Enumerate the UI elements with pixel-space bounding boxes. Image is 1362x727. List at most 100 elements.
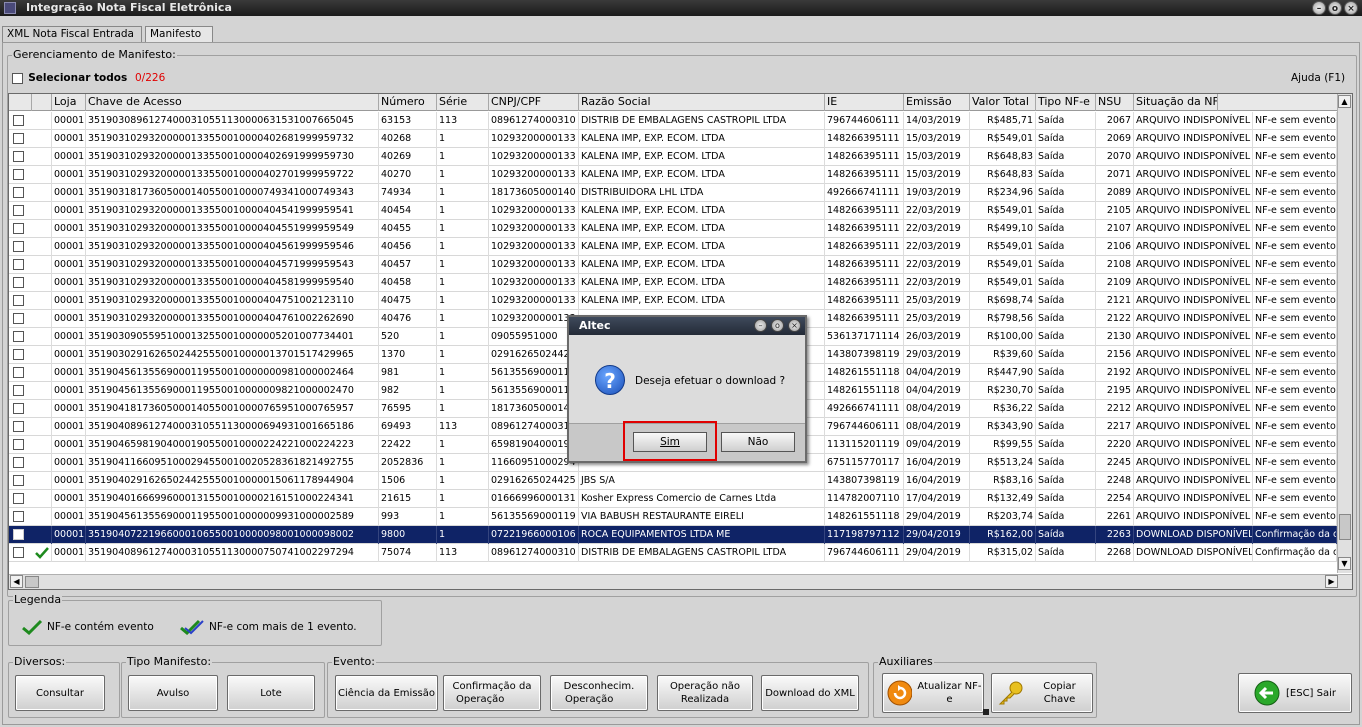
tab-manifesto[interactable]: Manifesto [145,26,213,42]
table-row[interactable]: 00001 35190310293200000133550010000404561… [9,238,1337,256]
grid-cell: 3519031029320000013355001000040475100212… [86,292,379,310]
close-icon[interactable]: × [1344,1,1358,15]
column-header[interactable]: IE [825,94,904,111]
desconhecimento-line2: Operação [565,694,614,705]
column-header[interactable]: Chave de Acesso [86,94,379,111]
row-checkbox[interactable] [13,493,24,504]
table-row[interactable]: 00001 35190456135569000119550010000009931… [9,508,1337,526]
row-checkbox[interactable] [13,385,24,396]
confirmacao-operacao-button[interactable]: Confirmação da Operação [443,675,541,711]
grid-cell: 1 [437,472,489,490]
vertical-scrollbar[interactable]: ▲ ▼ [1337,94,1352,573]
column-header[interactable]: Tipo NF-e [1036,94,1096,111]
scroll-down-icon[interactable]: ▼ [1338,557,1351,570]
row-checkbox[interactable] [13,259,24,270]
row-checkbox[interactable] [13,169,24,180]
row-checkbox[interactable] [13,475,24,486]
row-checkbox[interactable] [13,133,24,144]
desconhecimento-operacao-button[interactable]: Desconhecim. Operação [550,675,648,711]
grid-cell: 22/03/2019 [904,256,970,274]
horizontal-scrollbar[interactable]: ◀ ▶ [9,574,1352,589]
table-row[interactable]: 00001 35190310293200000133550010000404751… [9,292,1337,310]
grid-cell: 18173605000140 [489,184,579,202]
row-checkbox[interactable] [13,241,24,252]
row-checkbox[interactable] [13,331,24,342]
table-row[interactable]: 00001 35190308961274000310551130000631531… [9,112,1337,130]
dialog-maximize-icon[interactable]: o [771,319,784,332]
grid-cell: 993 [379,508,437,526]
row-checkbox[interactable] [13,511,24,522]
table-row[interactable]: 00001 35190310293200000133550010000404541… [9,202,1337,220]
ciencia-emissao-button[interactable]: Ciência da Emissão [335,675,438,711]
select-all[interactable]: Selecionar todos [12,72,127,84]
row-checkbox[interactable] [13,187,24,198]
grid-cell: R$549,01 [970,274,1036,292]
question-icon: ? [595,365,625,395]
row-checkbox[interactable] [13,295,24,306]
table-row[interactable]: 00001 35190310293200000133550010000404551… [9,220,1337,238]
row-checkbox[interactable] [13,349,24,360]
avulso-button[interactable]: Avulso [128,675,218,711]
tab-xml-entrada[interactable]: XML Nota Fiscal Entrada [2,26,142,42]
grid-cell: NF-e sem evento [1253,166,1337,184]
column-header[interactable]: CNPJ/CPF [489,94,579,111]
minimize-icon[interactable]: – [1312,1,1326,15]
scroll-right-icon[interactable]: ▶ [1325,575,1338,588]
table-row[interactable]: 00001 35190310293200000133550010000404571… [9,256,1337,274]
row-checkbox[interactable] [13,223,24,234]
table-row[interactable]: 00001 35190402916265024425550010000015061… [9,472,1337,490]
row-checkbox[interactable] [13,439,24,450]
column-header[interactable]: Loja [52,94,86,111]
scroll-left-icon[interactable]: ◀ [10,575,23,588]
column-header[interactable]: Valor Total [970,94,1036,111]
table-row[interactable]: 00001 35190310293200000133550010000404581… [9,274,1337,292]
table-row[interactable]: 00001 35190401666996000131550010000216151… [9,490,1337,508]
column-header[interactable]: Razão Social [579,94,825,111]
table-row[interactable]: 00001 35190407221966000106550010000098001… [9,526,1337,544]
exit-button[interactable]: [ESC] Sair [1238,673,1352,713]
row-checkbox[interactable] [13,313,24,324]
table-row[interactable]: 00001 35190318173605000140550010000749341… [9,184,1337,202]
download-xml-button[interactable]: Download do XML [761,675,859,711]
help-link[interactable]: Ajuda (F1) [1291,72,1345,84]
table-row[interactable]: 00001 35190310293200000133550010000402691… [9,148,1337,166]
row-checkbox[interactable] [13,277,24,288]
row-checkbox[interactable] [13,151,24,162]
lote-button[interactable]: Lote [227,675,315,711]
atualizar-nfe-button[interactable]: Atualizar NF-e [882,673,984,713]
consultar-button[interactable]: Consultar [15,675,105,711]
dialog-close-icon[interactable]: × [788,319,801,332]
grid-cell: 10293200000133 [489,202,579,220]
column-header[interactable]: Situação da NF-e [1134,94,1218,111]
table-row[interactable]: 00001 35190408961274000310551130000750741… [9,544,1337,562]
table-row[interactable]: 00001 35190310293200000133550010000402681… [9,130,1337,148]
row-checkbox[interactable] [13,115,24,126]
grid-cell: 00001 [52,220,86,238]
operacao-nao-realizada-button[interactable]: Operação não Realizada [657,675,753,711]
row-checkbox[interactable] [13,205,24,216]
row-checkbox[interactable] [13,367,24,378]
copiar-chave-button[interactable]: Copiar Chave [991,673,1093,713]
grid-cell: 2245 [1096,454,1134,472]
column-header[interactable]: Número [379,94,437,111]
select-all-checkbox[interactable] [12,72,23,84]
grid-cell: 1 [437,400,489,418]
scroll-up-icon[interactable]: ▲ [1338,95,1351,108]
grid-cell: 1 [437,274,489,292]
table-row[interactable]: 00001 35190310293200000133550010000402701… [9,166,1337,184]
maximize-icon[interactable]: o [1328,1,1342,15]
row-checkbox[interactable] [13,421,24,432]
row-checkbox[interactable] [13,457,24,468]
row-checkbox[interactable] [13,403,24,414]
column-header[interactable]: Série [437,94,489,111]
column-header[interactable]: NSU [1096,94,1134,111]
no-button[interactable]: Não [721,432,795,452]
row-status-cell [32,454,52,472]
horizontal-scroll-thumb[interactable] [25,576,39,588]
row-checkbox[interactable] [13,529,24,540]
column-header[interactable]: Emissão [904,94,970,111]
grid-cell: R$234,96 [970,184,1036,202]
row-checkbox[interactable] [13,547,24,558]
vertical-scroll-thumb[interactable] [1339,514,1351,540]
dialog-minimize-icon[interactable]: – [754,319,767,332]
